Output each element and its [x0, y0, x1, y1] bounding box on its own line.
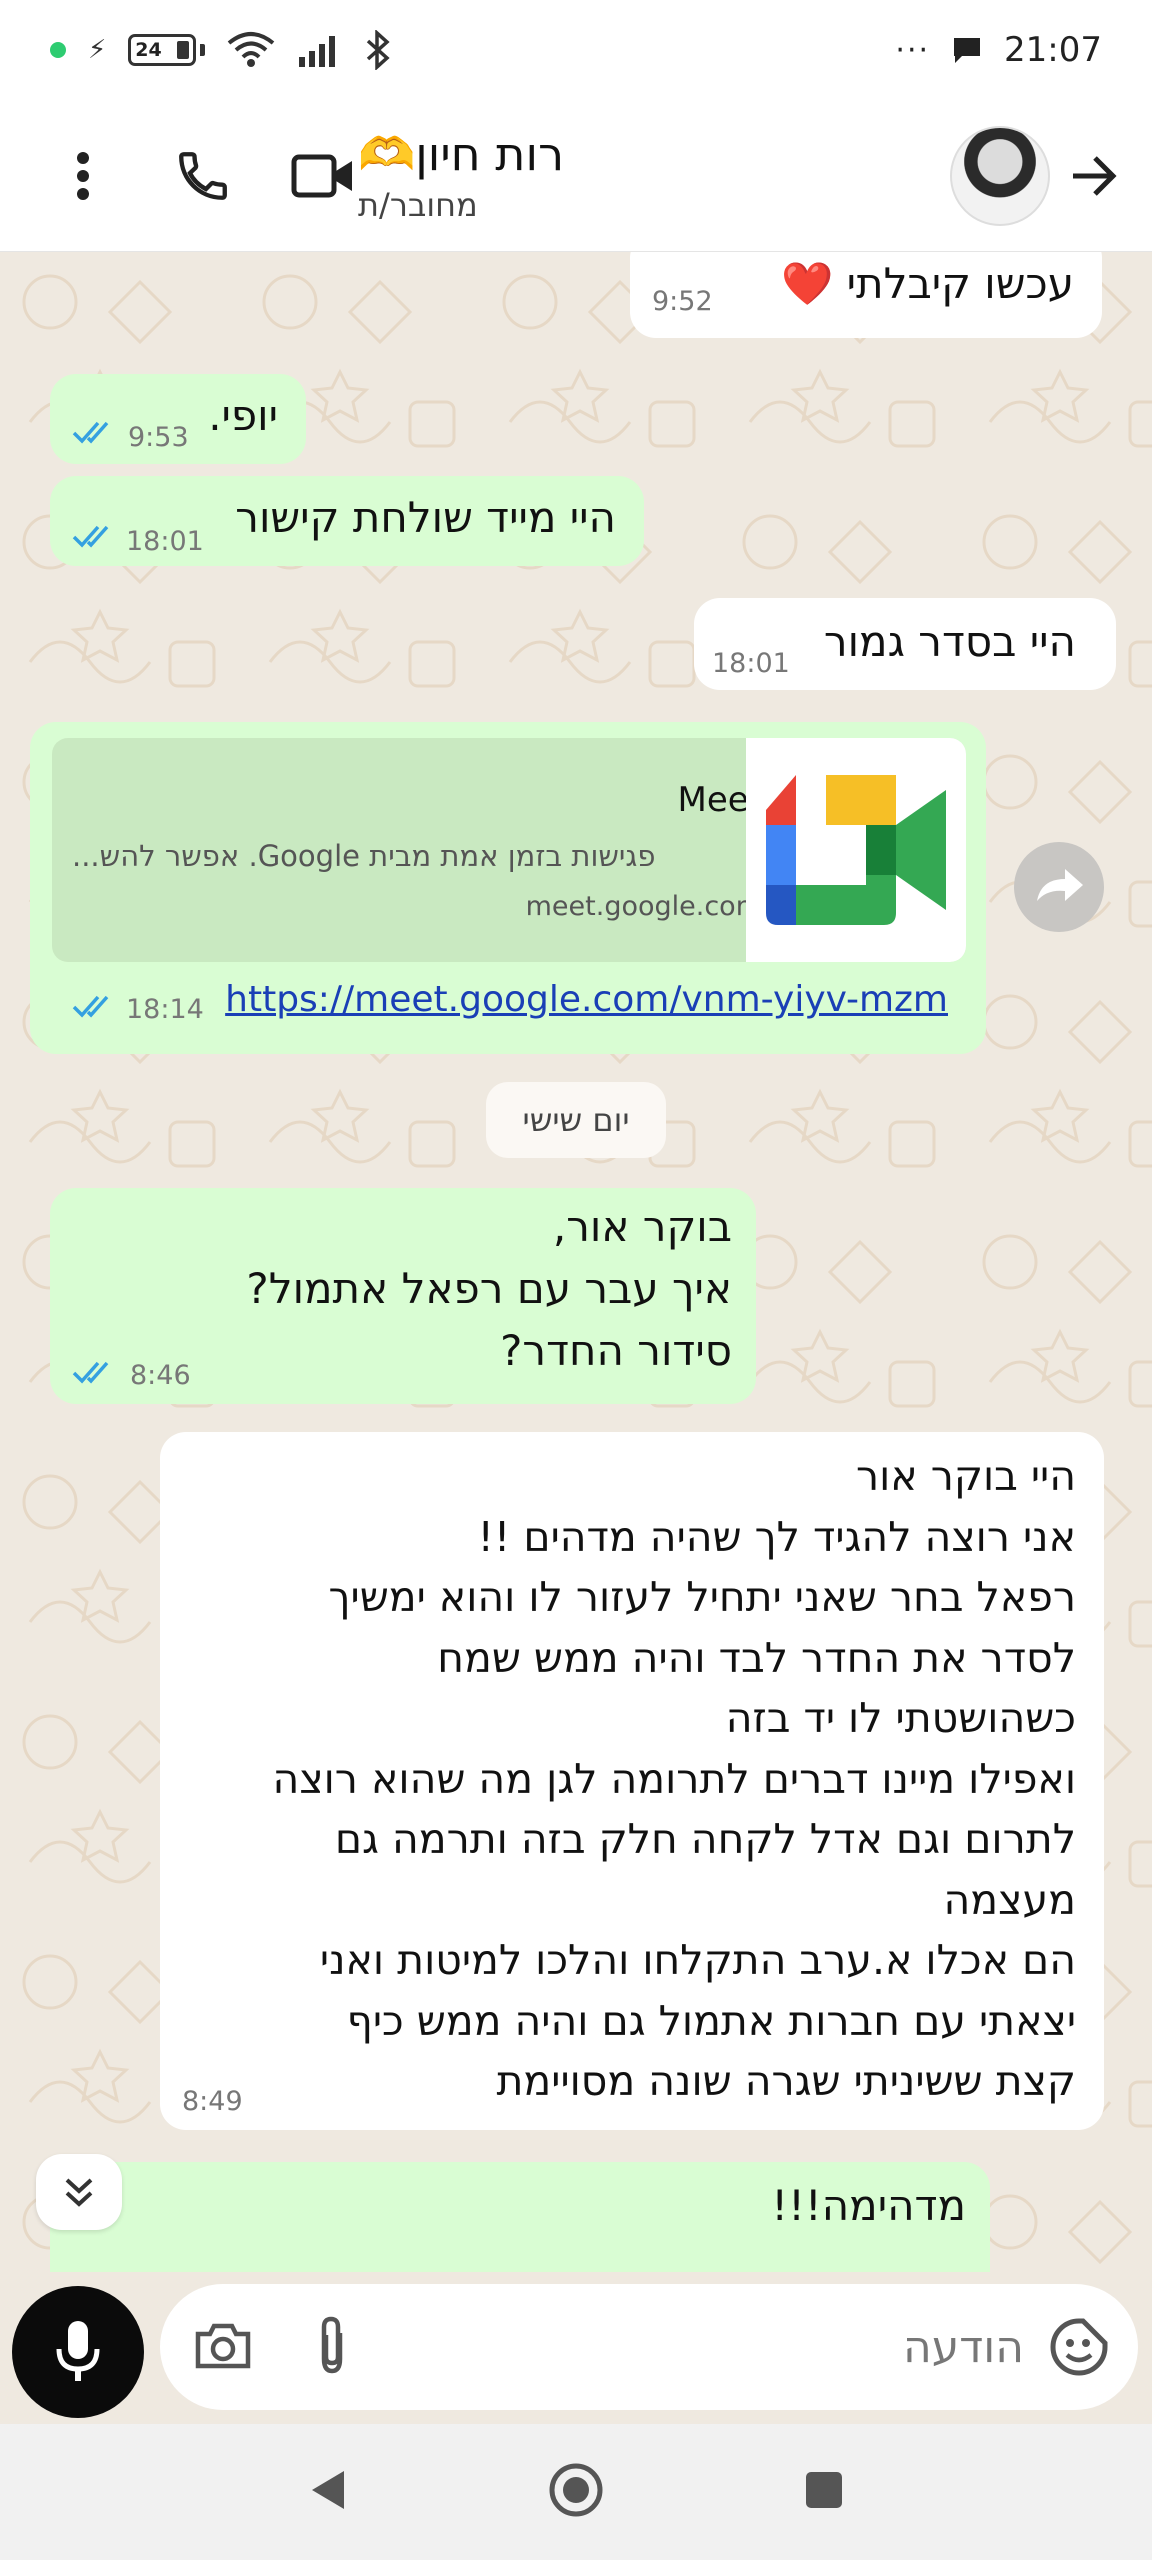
chevrons-down-icon — [65, 2178, 93, 2207]
chat-notification-icon — [954, 38, 981, 63]
message-time: 9:52 — [652, 286, 713, 317]
message-time: 18:01 — [712, 648, 790, 679]
clock: 21:07 — [1004, 30, 1102, 70]
link-preview-domain: meet.google.com — [525, 891, 762, 923]
message-text: היי מייד שולחת קישור — [235, 493, 616, 542]
message-text: עכשו קיבלתי ❤️ — [780, 259, 1074, 308]
more-options-button[interactable] — [48, 141, 118, 211]
header-actions — [28, 141, 358, 211]
link-preview-image — [746, 738, 966, 962]
signal-icon — [299, 36, 336, 67]
message-placeholder: הודעה — [902, 2321, 1024, 2373]
message-incoming[interactable]: היי בוקר אור אני רוצה להגיד לך שהיה מדהי… — [160, 1432, 1104, 2130]
nav-home-icon — [549, 2463, 603, 2517]
link-preview-text: Meet פגישות בזמן אמת מבית Google. אפשר ל… — [72, 776, 762, 926]
read-ticks-icon — [72, 995, 109, 1018]
message-outgoing[interactable]: בוקר אור, איך עבר עם רפאל אתמול? סידור ה… — [50, 1188, 756, 1404]
message-text: יופי. — [208, 391, 278, 440]
read-ticks-icon — [72, 525, 109, 548]
more-notifications-icon: ··· — [895, 32, 931, 68]
wifi-icon — [227, 32, 275, 67]
message-text: היי בוקר אור אני רוצה להגיד לך שהיה מדהי… — [272, 1452, 1076, 2105]
back-arrow-icon — [1073, 155, 1117, 196]
message-incoming[interactable]: היי בסדר גמור 18:01 — [694, 598, 1116, 690]
video-call-icon — [291, 154, 352, 197]
notification-dot — [50, 42, 66, 58]
nav-recents-button[interactable] — [804, 2470, 844, 2514]
link-preview[interactable]: Meet פגישות בזמן אמת מבית Google. אפשר ל… — [52, 738, 966, 962]
message-text: מדהימה!!! — [771, 2181, 966, 2230]
composer: הודעה — [0, 2272, 1152, 2424]
sticker-icon — [1050, 2318, 1108, 2376]
phone-icon — [179, 151, 227, 200]
battery-icon: 24 — [128, 34, 206, 66]
message-time: 8:49 — [182, 2086, 243, 2117]
read-ticks-icon — [72, 421, 109, 444]
contact-name: רות חיון🫶 — [358, 127, 565, 181]
nav-home-button[interactable] — [548, 2462, 604, 2522]
scroll-to-bottom-button[interactable] — [36, 2154, 122, 2230]
message-outgoing[interactable]: יופי. 9:53 — [50, 374, 306, 464]
read-ticks-icon — [72, 1361, 109, 1384]
message-link-outgoing[interactable]: Meet פגישות בזמן אמת מבית Google. אפשר ל… — [30, 722, 986, 1054]
message-time: 9:53 — [128, 422, 189, 453]
sticker-button[interactable] — [1044, 2312, 1114, 2382]
avatar[interactable] — [950, 125, 1050, 226]
voice-message-button[interactable] — [12, 2286, 144, 2418]
date-separator: יום שישי — [486, 1082, 666, 1158]
status-left: ⚡ 24 — [50, 30, 391, 70]
composer-actions — [184, 2315, 352, 2379]
charging-icon: ⚡ — [88, 35, 107, 65]
bluetooth-icon — [367, 30, 390, 70]
more-vert-icon — [77, 151, 89, 200]
system-nav-bar — [0, 2424, 1152, 2560]
link-preview-title: Meet — [677, 780, 762, 820]
nav-recents-icon — [806, 2472, 842, 2508]
camera-icon — [195, 2323, 251, 2369]
attach-button[interactable] — [312, 2315, 352, 2379]
message-outgoing[interactable]: מדהימה!!! — [50, 2162, 990, 2272]
voice-call-button[interactable] — [168, 141, 238, 211]
link-preview-description: פגישות בזמן אמת מבית Google. אפשר להש... — [72, 839, 656, 874]
chat-area[interactable]: עכשו קיבלתי ❤️ 9:52 יופי. 9:53 היי מייד … — [0, 252, 1152, 2272]
contact-info[interactable]: רות חיון🫶 מחובר/ת — [358, 127, 950, 224]
battery-level: 24 — [135, 39, 162, 61]
nav-back-icon — [312, 2471, 344, 2509]
message-time: 8:46 — [130, 1360, 191, 1391]
back-button[interactable] — [1064, 146, 1124, 206]
message-input[interactable]: הודעה — [160, 2284, 1138, 2410]
message-incoming[interactable]: עכשו קיבלתי ❤️ 9:52 — [630, 252, 1102, 338]
status-bar: ⚡ 24 ··· 21:07 — [0, 0, 1152, 100]
forward-icon — [1037, 869, 1083, 901]
message-text: בוקר אור, איך עבר עם רפאל אתמול? סידור ה… — [246, 1202, 732, 1375]
status-right: ··· 21:07 — [895, 30, 1102, 70]
message-text: היי בסדר גמור — [823, 617, 1076, 666]
forward-button[interactable] — [1014, 842, 1104, 932]
message-time: 18:01 — [126, 526, 204, 557]
message-time: 18:14 — [126, 994, 204, 1025]
contact-status: מחובר/ת — [358, 186, 478, 224]
message-outgoing[interactable]: היי מייד שולחת קישור 18:01 — [50, 476, 644, 566]
google-meet-logo — [766, 775, 946, 925]
link-url[interactable]: https://meet.google.com/vnm-yiyv-mzm — [225, 974, 948, 1026]
mic-icon — [56, 2321, 100, 2381]
camera-button[interactable] — [194, 2320, 252, 2374]
paperclip-icon — [321, 2316, 343, 2374]
nav-back-button[interactable] — [308, 2467, 348, 2517]
chat-header: רות חיון🫶 מחובר/ת — [0, 100, 1152, 252]
video-call-button[interactable] — [288, 141, 358, 211]
